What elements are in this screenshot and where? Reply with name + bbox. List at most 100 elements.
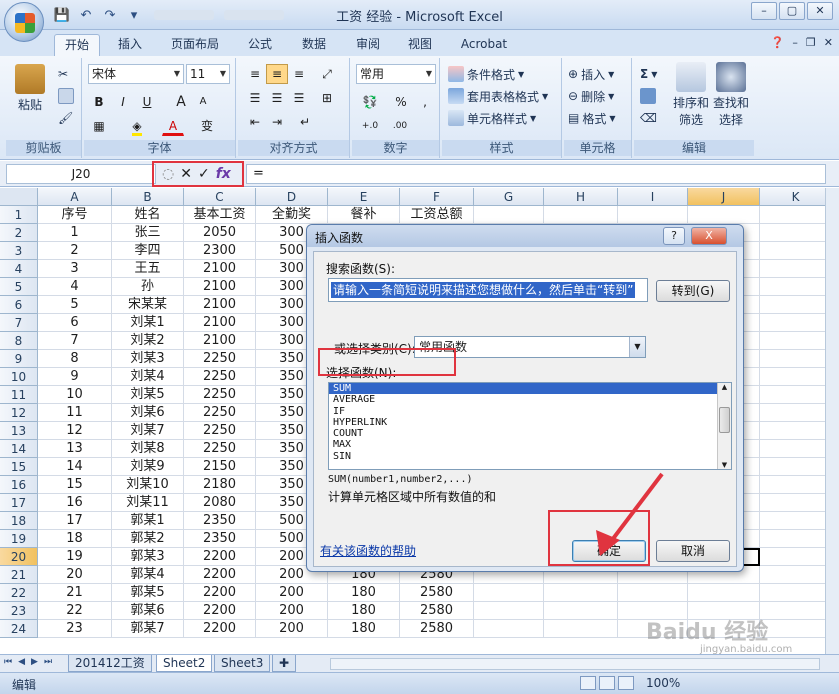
cell-b18[interactable]: 郭某1	[112, 512, 184, 530]
cell-k9[interactable]	[760, 350, 832, 368]
cell-e23[interactable]: 180	[328, 602, 400, 620]
cell-b14[interactable]: 刘某8	[112, 440, 184, 458]
cell-b11[interactable]: 刘某5	[112, 386, 184, 404]
cell-d24[interactable]: 200	[256, 620, 328, 638]
row-header-1[interactable]: 1	[0, 206, 38, 224]
cell-c1[interactable]: 基本工资	[184, 206, 256, 224]
scroll-up-icon[interactable]: ▲	[718, 383, 731, 391]
cell-c13[interactable]: 2250	[184, 422, 256, 440]
cell-c3[interactable]: 2300	[184, 242, 256, 260]
clear-button[interactable]: ⌫	[640, 108, 657, 128]
minimize-icon[interactable]: –	[792, 36, 798, 49]
cell-f1[interactable]: 工资总额	[400, 206, 474, 224]
cell-c20[interactable]: 2200	[184, 548, 256, 566]
font-color-button[interactable]: A	[162, 116, 184, 136]
cell-k12[interactable]	[760, 404, 832, 422]
cell-c21[interactable]: 2200	[184, 566, 256, 584]
next-sheet-icon[interactable]: ▶	[31, 657, 38, 667]
cell-a16[interactable]: 15	[38, 476, 112, 494]
cell-b5[interactable]: 孙	[112, 278, 184, 296]
cell-a24[interactable]: 23	[38, 620, 112, 638]
list-scrollbar[interactable]: ▲ ▼	[717, 383, 731, 469]
cell-k24[interactable]	[760, 620, 832, 638]
column-header-g[interactable]: G	[474, 188, 544, 206]
cell-a21[interactable]: 20	[38, 566, 112, 584]
tab-formulas[interactable]: 公式	[238, 34, 282, 56]
cell-k2[interactable]	[760, 224, 832, 242]
format-as-table-button[interactable]: 套用表格格式 ▼	[448, 86, 548, 106]
cell-k22[interactable]	[760, 584, 832, 602]
row-header-23[interactable]: 23	[0, 602, 38, 620]
cell-c8[interactable]: 2100	[184, 332, 256, 350]
cell-b8[interactable]: 刘某2	[112, 332, 184, 350]
tab-page-layout[interactable]: 页面布局	[164, 34, 226, 56]
row-header-21[interactable]: 21	[0, 566, 38, 584]
column-header-f[interactable]: F	[400, 188, 474, 206]
cell-k8[interactable]	[760, 332, 832, 350]
cell-k21[interactable]	[760, 566, 832, 584]
bold-button[interactable]: B	[88, 92, 110, 112]
cell-g24[interactable]	[474, 620, 544, 638]
function-item-max[interactable]: MAX	[329, 439, 731, 450]
row-header-2[interactable]: 2	[0, 224, 38, 242]
cell-k4[interactable]	[760, 260, 832, 278]
cell-a11[interactable]: 10	[38, 386, 112, 404]
vertical-scrollbar[interactable]	[825, 188, 839, 654]
row-header-10[interactable]: 10	[0, 368, 38, 386]
cell-d1[interactable]: 全勤奖	[256, 206, 328, 224]
align-center-button[interactable]: ☰	[266, 88, 288, 108]
prev-sheet-icon[interactable]: ◀	[18, 657, 25, 667]
go-button[interactable]: 转到(G)	[656, 280, 730, 302]
tab-data[interactable]: 数据	[292, 34, 336, 56]
sheet-tab-sheet3[interactable]: Sheet3	[214, 655, 271, 672]
row-header-19[interactable]: 19	[0, 530, 38, 548]
row-header-8[interactable]: 8	[0, 332, 38, 350]
row-header-16[interactable]: 16	[0, 476, 38, 494]
scroll-thumb[interactable]	[719, 407, 730, 433]
cell-b6[interactable]: 宋某某	[112, 296, 184, 314]
cell-c7[interactable]: 2100	[184, 314, 256, 332]
cell-a13[interactable]: 12	[38, 422, 112, 440]
column-header-h[interactable]: H	[544, 188, 618, 206]
cell-b22[interactable]: 郭某5	[112, 584, 184, 602]
cell-k10[interactable]	[760, 368, 832, 386]
sort-filter-button[interactable]: 排序和 筛选	[672, 62, 710, 128]
fill-color-button[interactable]: ◈	[126, 116, 148, 136]
maximize-button[interactable]: ▢	[779, 2, 805, 20]
cell-b17[interactable]: 刘某11	[112, 494, 184, 512]
cell-b12[interactable]: 刘某6	[112, 404, 184, 422]
increase-indent-button[interactable]: ⇥	[266, 112, 288, 132]
sheet-tab-201412[interactable]: 201412工资	[68, 655, 152, 672]
cell-a12[interactable]: 11	[38, 404, 112, 422]
cell-g1[interactable]	[474, 206, 544, 224]
row-header-20[interactable]: 20	[0, 548, 38, 566]
cell-a14[interactable]: 13	[38, 440, 112, 458]
cell-a15[interactable]: 14	[38, 458, 112, 476]
cell-b20[interactable]: 郭某3	[112, 548, 184, 566]
cell-k20[interactable]	[760, 548, 832, 566]
cell-j1[interactable]	[688, 206, 760, 224]
delete-cells-button[interactable]: ⊖ 删除 ▼	[568, 86, 614, 106]
cell-c15[interactable]: 2150	[184, 458, 256, 476]
percent-button[interactable]: %	[390, 92, 412, 112]
cell-c5[interactable]: 2100	[184, 278, 256, 296]
number-format-combo[interactable]: 常用 ▼	[356, 64, 436, 84]
cell-a2[interactable]: 1	[38, 224, 112, 242]
select-all-corner[interactable]	[0, 188, 38, 206]
column-header-i[interactable]: I	[618, 188, 688, 206]
row-header-6[interactable]: 6	[0, 296, 38, 314]
cell-j22[interactable]	[688, 584, 760, 602]
insert-cells-button[interactable]: ⊕ 插入 ▼	[568, 64, 614, 84]
cell-b23[interactable]: 郭某6	[112, 602, 184, 620]
column-header-j[interactable]: J	[688, 188, 760, 206]
cell-k19[interactable]	[760, 530, 832, 548]
cell-b3[interactable]: 李四	[112, 242, 184, 260]
orientation-button[interactable]: ⤢	[316, 64, 338, 84]
border-button[interactable]: ▦	[88, 116, 110, 136]
row-header-24[interactable]: 24	[0, 620, 38, 638]
cell-c11[interactable]: 2250	[184, 386, 256, 404]
cell-i1[interactable]	[618, 206, 688, 224]
row-header-4[interactable]: 4	[0, 260, 38, 278]
cell-c9[interactable]: 2250	[184, 350, 256, 368]
row-header-7[interactable]: 7	[0, 314, 38, 332]
